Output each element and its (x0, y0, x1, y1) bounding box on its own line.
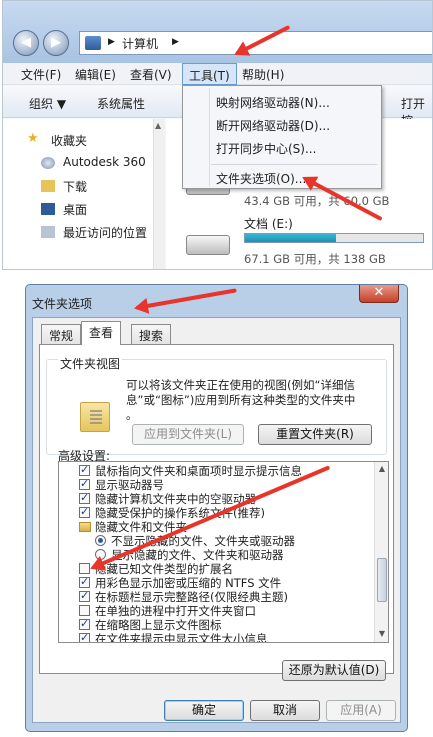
organize-button[interactable]: 组织 ▼ (29, 95, 66, 112)
folder-view-icon (80, 402, 110, 432)
drive2-usage-bar (244, 233, 424, 243)
setting-label: 隐藏受保护的操作系统文件(推荐) (95, 506, 265, 520)
setting-checkbox[interactable] (79, 491, 90, 505)
setting-checkbox[interactable] (79, 477, 90, 491)
dialog-title: 文件夹选项 (32, 297, 93, 311)
folder-view-desc-1: 可以将该文件夹正在使用的视图(例如“详细信 (126, 378, 355, 392)
breadcrumb-separator-icon: ▶ (108, 37, 115, 47)
restore-defaults-button[interactable]: 还原为默认值(D) (282, 660, 386, 681)
forward-button[interactable]: ▶ (43, 30, 69, 56)
nav-scrollbar[interactable]: ▲ (153, 119, 165, 269)
close-icon: ✕ (373, 285, 385, 300)
menu-open-sync-center[interactable]: 打开同步中心(S)... (216, 140, 316, 157)
star-icon: ★ (27, 131, 39, 146)
nav-recent[interactable]: 最近访问的位置 (63, 224, 147, 241)
menu-edit[interactable]: 编辑(E) (75, 66, 116, 83)
drive1-size: 43.4 GB 可用，共 60.0 GB (244, 194, 390, 208)
computer-icon (85, 36, 101, 50)
setting-checkbox[interactable] (79, 505, 90, 519)
menu-separator (211, 164, 377, 165)
cancel-button[interactable]: 取消 (250, 700, 320, 721)
setting-label: 用彩色显示加密或压缩的 NTFS 文件 (95, 576, 282, 590)
setting-label: 在缩略图上显示文件图标 (95, 618, 222, 632)
explorer-titlebar: ◀ ▶ ▶ 计算机 ▶ (3, 1, 432, 63)
explorer-window: ◀ ▶ ▶ 计算机 ▶ 文件(F) 编辑(E) 查看(V) 工具(T) 帮助(H… (2, 0, 433, 270)
nav-downloads[interactable]: 下载 (63, 178, 87, 195)
tab-view[interactable]: 查看 (81, 321, 122, 345)
setting-checkbox[interactable] (79, 631, 90, 642)
scroll-up-icon[interactable]: ▲ (155, 121, 161, 130)
system-properties-button[interactable]: 系统属性 (97, 95, 145, 112)
setting-checkbox[interactable] (79, 589, 90, 603)
tools-dropdown-menu: 映射网络驱动器(N)... 断开网络驱动器(D)... 打开同步中心(S)...… (182, 85, 382, 189)
menu-gutter (209, 88, 210, 186)
nav-desktop[interactable]: 桌面 (63, 201, 87, 218)
menu-tools[interactable]: 工具(T) (182, 63, 237, 85)
menu-map-network-drive[interactable]: 映射网络驱动器(N)... (216, 94, 330, 111)
apply-button[interactable]: 应用(A) (326, 700, 396, 721)
setting-label: 在文件夹提示中显示文件大小信息 (95, 632, 268, 643)
back-arrow-icon: ◀ (21, 35, 31, 50)
breadcrumb-chevron-icon[interactable]: ▶ (172, 37, 179, 47)
setting-label: 隐藏已知文件类型的扩展名 (95, 562, 233, 576)
setting-label: 在标题栏显示完整路径(仅限经典主题) (95, 590, 288, 604)
scrollbar-thumb[interactable] (377, 558, 387, 602)
drive2-size: 67.1 GB 可用，共 138 GB (244, 252, 386, 266)
advanced-settings-list[interactable]: 鼠标指向文件夹和桌面项时显示提示信息 显示驱动器号 隐藏计算机文件夹中的空驱动器… (58, 461, 389, 643)
nav-favorites[interactable]: 收藏夹 (51, 132, 87, 149)
scroll-up-icon[interactable]: ▲ (376, 463, 388, 475)
menu-folder-options[interactable]: 文件夹选项(O)... (216, 170, 306, 187)
folder-view-desc-2: 息”或“图标”)应用到所有这种类型的文件夹中 (126, 393, 356, 407)
ok-button[interactable]: 确定 (164, 700, 244, 721)
apply-to-folders-button[interactable]: 应用到文件夹(L) (132, 424, 244, 445)
scroll-down-icon[interactable]: ▼ (376, 628, 388, 640)
folder-icon (79, 522, 91, 532)
menu-bar: 文件(F) 编辑(E) 查看(V) 工具(T) 帮助(H) (3, 63, 432, 85)
setting-checkbox[interactable] (79, 605, 90, 616)
setting-checkbox[interactable] (79, 575, 90, 589)
menu-view[interactable]: 查看(V) (130, 66, 172, 83)
downloads-folder-icon (41, 180, 55, 192)
tab-general[interactable]: 常规 (41, 324, 82, 344)
breadcrumb-computer[interactable]: 计算机 (122, 35, 158, 52)
menu-disconnect-network-drive[interactable]: 断开网络驱动器(D)... (216, 117, 330, 134)
menu-help[interactable]: 帮助(H) (242, 66, 284, 83)
tab-search[interactable]: 搜索 (131, 324, 172, 344)
desktop-icon (41, 203, 55, 215)
settings-scrollbar[interactable]: ▲ ▼ (374, 462, 388, 642)
forward-arrow-icon: ▶ (51, 35, 61, 50)
drive2-usage-fill (245, 234, 336, 242)
recent-places-icon (41, 226, 55, 238)
folder-view-desc-3: 。 (126, 408, 138, 422)
drive2-name[interactable]: 文档 (E:) (244, 215, 293, 232)
navigation-pane: ★ 收藏夹 Autodesk 360 下载 桌面 最近访问的位置 (3, 119, 165, 269)
setting-checkbox[interactable] (79, 617, 90, 631)
back-button[interactable]: ◀ (13, 30, 39, 56)
autodesk-icon (41, 157, 55, 169)
drive2-icon[interactable] (186, 235, 230, 255)
folder-view-label: 文件夹视图 (58, 355, 123, 372)
nav-autodesk[interactable]: Autodesk 360 (63, 155, 146, 169)
setting-label: 鼠标指向文件夹和桌面项时显示提示信息 (95, 464, 302, 478)
setting-checkbox[interactable] (79, 463, 90, 477)
setting-label: 显示驱动器号 (95, 478, 164, 492)
setting-label: 在单独的进程中打开文件夹窗口 (95, 604, 256, 618)
reset-folders-button[interactable]: 重置文件夹(R) (258, 424, 372, 445)
close-button[interactable]: ✕ (359, 285, 399, 303)
setting-label: 隐藏计算机文件夹中的空驱动器 (95, 492, 256, 506)
setting-radio[interactable] (95, 535, 106, 546)
folder-options-dialog: 文件夹选项 ✕ 常规 查看 搜索 文件夹视图 可以将该文件夹正在使用的视图(例如… (25, 284, 408, 732)
menu-file[interactable]: 文件(F) (21, 66, 61, 83)
